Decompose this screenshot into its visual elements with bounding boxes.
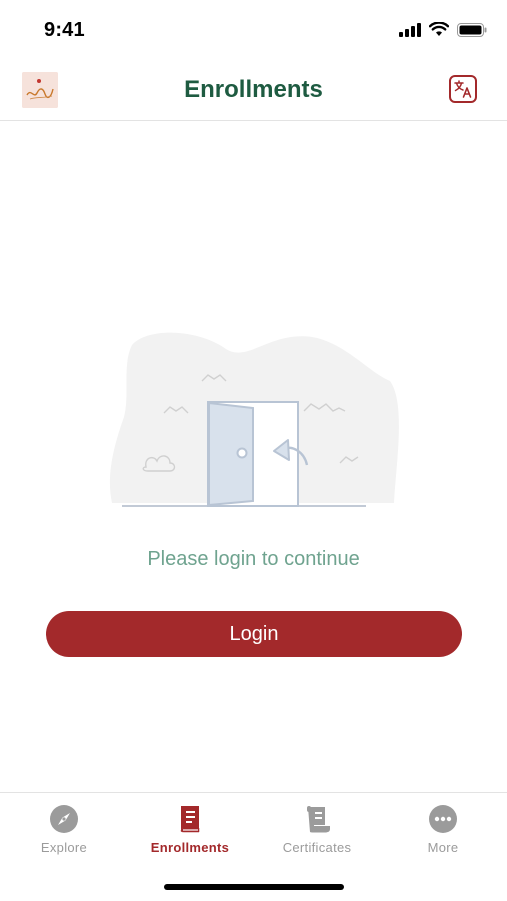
more-icon [429,805,457,833]
door-illustration-icon [109,332,399,507]
login-illustration [108,325,400,515]
scroll-icon [303,805,331,833]
tab-label: Enrollments [150,840,230,855]
translate-button[interactable] [449,75,477,103]
status-time: 9:41 [44,19,85,41]
tab-label: Explore [40,840,88,855]
tab-explore[interactable]: Explore [1,793,127,863]
cellular-signal-icon [399,22,421,37]
home-indicator [164,884,344,890]
tab-label: Certificates [282,840,352,855]
login-prompt-message: Please login to continue [147,548,360,570]
compass-icon [50,805,78,833]
login-button[interactable]: Login [46,611,462,657]
status-bar: 9:41 [0,0,507,60]
battery-icon [457,22,487,37]
page-title: Enrollments [184,76,323,103]
translate-icon [454,80,472,98]
tab-certificates[interactable]: Certificates [254,793,380,863]
wifi-icon [429,22,449,36]
app-header: Enrollments [0,60,507,121]
tab-more[interactable]: More [380,793,506,863]
tab-enrollments[interactable]: Enrollments [127,793,253,863]
tab-label: More [427,840,459,855]
login-button-label: Login [229,622,279,645]
book-icon [176,805,204,833]
status-icons [399,22,487,37]
